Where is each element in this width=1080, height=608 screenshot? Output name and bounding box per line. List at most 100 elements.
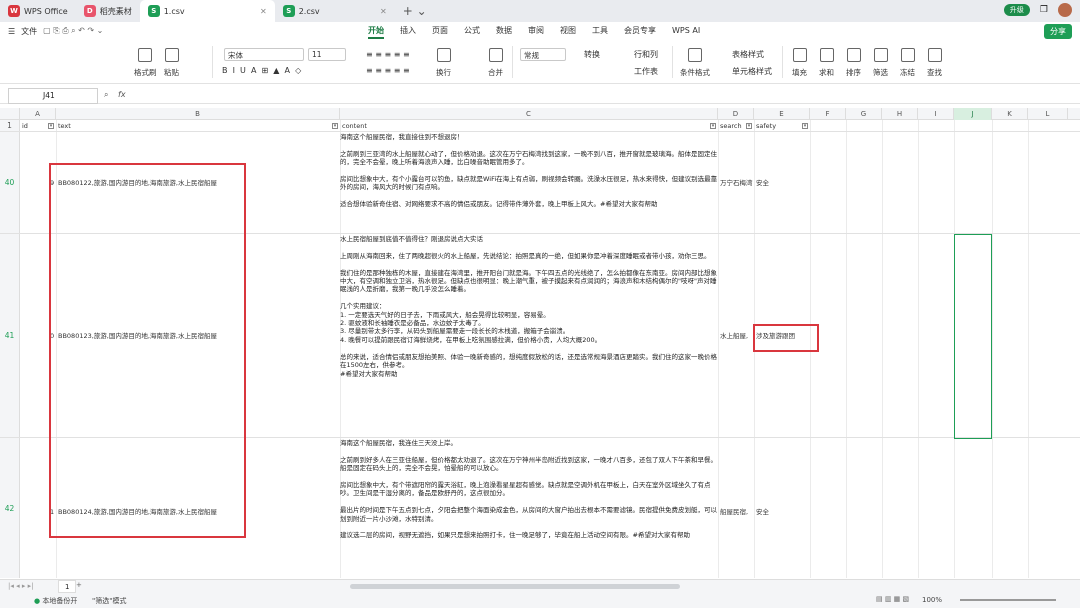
filter-button[interactable]: 筛选 xyxy=(873,48,888,78)
wrap-button[interactable]: 换行 xyxy=(436,48,451,78)
convert-button[interactable]: 转换 xyxy=(584,49,600,60)
col-h[interactable]: H xyxy=(882,108,918,120)
menu-member[interactable]: 会员专享 xyxy=(616,22,664,40)
horizontal-scrollbar[interactable] xyxy=(350,584,680,589)
zoom-level[interactable]: 100% xyxy=(922,596,942,604)
col-l[interactable]: L xyxy=(1028,108,1068,120)
cell-content[interactable]: 海南这个船屋民宿，我连住三天没上岸。 之前刷到好多人在三亚住船屋，但价格都太劝退… xyxy=(340,439,718,578)
number-format-select[interactable]: 常规 xyxy=(520,48,566,61)
sum-button[interactable]: 求和 xyxy=(819,48,834,78)
menu-review[interactable]: 审阅 xyxy=(520,22,552,40)
cell-search[interactable]: 万宁石梅湾 xyxy=(720,179,754,188)
zoom-slider[interactable] xyxy=(960,599,1056,601)
header-search: search xyxy=(720,122,742,130)
filter-icon[interactable]: ▾ xyxy=(746,123,752,129)
menu-tools[interactable]: 工具 xyxy=(584,22,616,40)
add-sheet-icon[interactable]: + xyxy=(76,581,82,589)
window-controls: 升级 ❐ xyxy=(1003,3,1072,17)
sheet-grid[interactable]: 1 id ▾ text ▾ content ▾ search ▾ safety … xyxy=(0,120,1080,578)
cell-content[interactable]: 水上民宿船屋到底值不值得住？刚退房说点大实话 上周刚从海南回来，住了两晚超很火的… xyxy=(340,235,718,437)
col-i[interactable]: I xyxy=(918,108,954,120)
backup-status[interactable]: ● 本地备份开 xyxy=(34,596,77,606)
freeze-button[interactable]: 冻结 xyxy=(900,48,915,78)
filter-icon[interactable]: ▾ xyxy=(802,123,808,129)
col-d[interactable]: D xyxy=(718,108,754,120)
row-number[interactable]: 42 xyxy=(0,438,20,578)
font-select[interactable]: 宋体 xyxy=(224,48,304,61)
header-text: text xyxy=(58,122,71,130)
cond-format-button[interactable]: 条件格式 xyxy=(680,48,710,78)
cell-style-button[interactable]: 单元格样式 xyxy=(732,66,772,77)
fill-icon xyxy=(792,48,807,62)
menu-start[interactable]: 开始 xyxy=(360,22,392,40)
paste-button[interactable]: 粘贴 xyxy=(164,48,179,78)
row-number[interactable]: 1 xyxy=(0,120,20,131)
menu-wps-ai[interactable]: WPS AI xyxy=(664,22,708,40)
rowcol-button[interactable]: 行和列 xyxy=(634,49,658,60)
fx-icon[interactable]: fx xyxy=(118,90,126,99)
divider xyxy=(672,46,673,78)
col-a[interactable]: A xyxy=(20,108,56,120)
filter-icon[interactable]: ▾ xyxy=(48,123,54,129)
align-icons-2[interactable]: ≡ ≡ ≡ ≡ ≡ xyxy=(366,66,410,75)
upgrade-button[interactable]: 升级 xyxy=(1003,4,1030,16)
menu-bar: ☰ 文件 ▢ ⎘ ⎙ ⌕ ↶ ↷ ⌄ 开始 插入 页面 公式 数据 审阅 视图 … xyxy=(0,22,1080,40)
menu-data[interactable]: 数据 xyxy=(488,22,520,40)
menu-formula[interactable]: 公式 xyxy=(456,22,488,40)
tab-2csv[interactable]: S 2.csv ✕ xyxy=(275,0,395,22)
zoom-icon[interactable]: ⌕ xyxy=(104,90,108,100)
cell-safety[interactable]: 安全 xyxy=(756,508,808,517)
cell-safety[interactable]: 安全 xyxy=(756,179,808,188)
row-number[interactable]: 41 xyxy=(0,234,20,437)
worksheet-button[interactable]: 工作表 xyxy=(634,66,658,77)
avatar[interactable] xyxy=(1058,3,1072,17)
col-c[interactable]: C xyxy=(340,108,718,120)
col-g[interactable]: G xyxy=(846,108,882,120)
sheet-tab-1[interactable]: 1 xyxy=(58,580,77,593)
menu-file[interactable]: 文件 xyxy=(21,26,37,37)
col-k[interactable]: K xyxy=(992,108,1028,120)
sheet-tab-bar: |◂ ◂ ▸ ▸| 1 + xyxy=(0,579,1080,593)
share-button[interactable]: 分享 xyxy=(1044,24,1072,39)
find-button[interactable]: 查找 xyxy=(927,48,942,78)
view-mode-icons[interactable]: ▤ ▥ ▦ ▧ xyxy=(876,595,909,603)
menu-page[interactable]: 页面 xyxy=(424,22,456,40)
filter-mode-status: "筛选"模式 xyxy=(92,597,127,605)
select-all[interactable] xyxy=(0,108,20,120)
cell-search[interactable]: 水上船屋, xyxy=(720,332,754,341)
table-style-button[interactable]: 表格样式 xyxy=(732,49,764,60)
restore-icon[interactable]: ❐ xyxy=(1040,5,1048,15)
quick-tools-icon[interactable]: ▢ ⎘ ⎙ ⌕ ↶ ↷ ⌄ xyxy=(43,26,103,36)
col-j[interactable]: J xyxy=(954,108,992,120)
sheet-nav-icons[interactable]: |◂ ◂ ▸ ▸| xyxy=(8,582,33,590)
format-brush-button[interactable]: 格式刷 xyxy=(134,48,157,78)
sort-button[interactable]: 排序 xyxy=(846,48,861,78)
font-style-icons[interactable]: B I U A ⊞ ▲ A ◇ xyxy=(222,66,301,75)
cell-search[interactable]: 船屋民宿, xyxy=(720,508,754,517)
filter-icon[interactable]: ▾ xyxy=(710,123,716,129)
col-b[interactable]: B xyxy=(56,108,340,120)
merge-icon xyxy=(488,48,503,62)
align-icons[interactable]: ≡ ≡ ≡ ≡ ≡ xyxy=(366,50,410,59)
tab-daoke[interactable]: D 稻壳素材 xyxy=(76,0,140,22)
close-icon[interactable]: ✕ xyxy=(380,7,387,16)
fill-button[interactable]: 填充 xyxy=(792,48,807,78)
close-icon[interactable]: ✕ xyxy=(260,7,267,16)
menu-insert[interactable]: 插入 xyxy=(392,22,424,40)
col-e[interactable]: E xyxy=(754,108,810,120)
hamburger-icon[interactable]: ☰ xyxy=(8,27,15,36)
name-box[interactable]: J41 xyxy=(8,88,98,104)
selected-cell-j41[interactable] xyxy=(954,234,992,439)
col-f[interactable]: F xyxy=(810,108,846,120)
menu-view[interactable]: 视图 xyxy=(552,22,584,40)
tab-1csv[interactable]: S 1.csv ✕ xyxy=(139,0,275,22)
filter-icon[interactable]: ▾ xyxy=(332,123,338,129)
cell-content[interactable]: 海南这个船屋民宿，我直接住到不想退房！ 之前刷到三亚湾的水上船屋就心动了，但价格… xyxy=(340,133,718,233)
daoke-icon: D xyxy=(83,5,96,17)
new-tab-icon[interactable]: + ⌄ xyxy=(403,4,427,18)
tab-wps-office[interactable]: W WPS Office xyxy=(0,0,76,22)
merge-button[interactable]: 合并 xyxy=(488,48,503,78)
row-number[interactable]: 40 xyxy=(0,132,20,233)
font-size-select[interactable]: 11 xyxy=(308,48,346,61)
divider xyxy=(512,46,513,78)
